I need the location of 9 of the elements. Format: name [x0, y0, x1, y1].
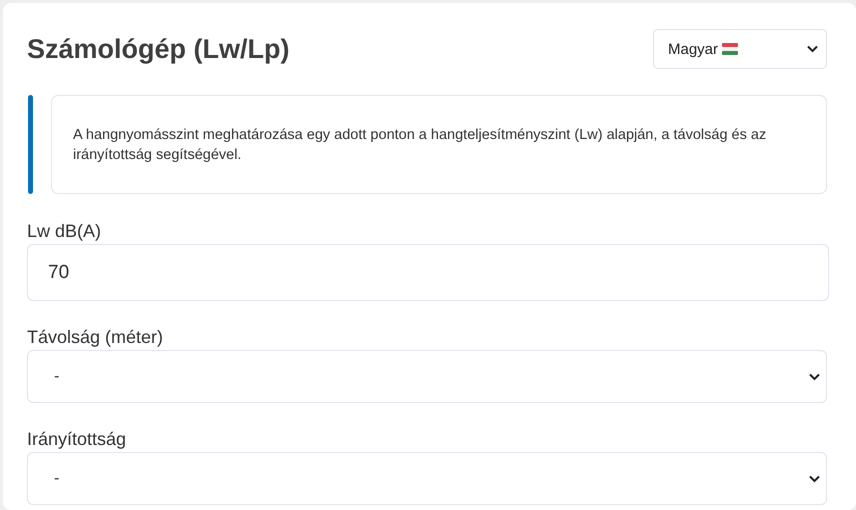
field-label: Irányítottság	[27, 429, 128, 450]
language-select[interactable]: Magyar	[653, 29, 827, 69]
field-label: Távolság (méter)	[27, 327, 164, 348]
field-label: Lw dB(A)	[27, 221, 102, 242]
info-text: A hangnyomásszint meghatározása egy adott ponton a hangteljesítményszint (Lw) alapján, a távolság és az irányítottság segítségével.	[73, 127, 766, 163]
page-title: Számológép (Lw/Lp)	[27, 34, 290, 64]
select-field[interactable]: -	[27, 350, 827, 403]
input-field[interactable]: 70	[27, 244, 829, 301]
select-field[interactable]: -	[27, 452, 827, 505]
